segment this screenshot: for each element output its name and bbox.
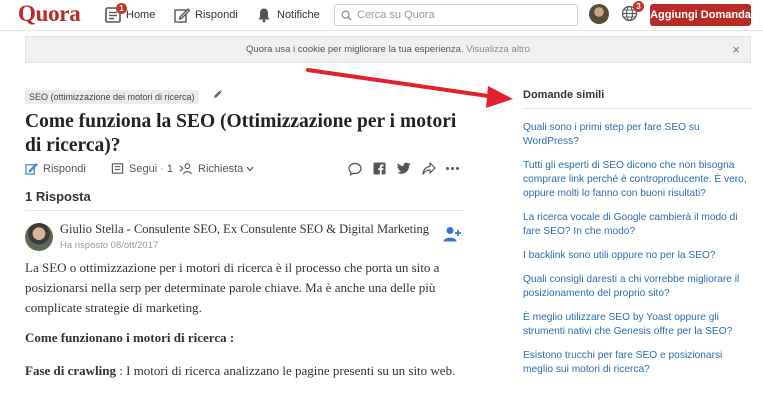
related-questions-title: Domande simili [523,89,605,101]
request-user-icon [179,163,192,175]
share-arrow-icon[interactable] [422,162,436,175]
question-actions: Rispondi Segui · 1 Richiesta [25,162,465,178]
related-question-link[interactable]: La ricerca vocale di Google cambierà il … [523,211,753,239]
user-avatar[interactable] [589,4,609,24]
top-navigation-bar: Quora 1 Home Rispondi Notifiche 3 Aggiun… [0,0,763,31]
comment-icon[interactable] [348,162,362,176]
nav-home-label: Home [126,9,156,21]
answer-paragraph-crawling: Fase di crawling : I motori di ricerca a… [25,361,465,381]
close-icon[interactable]: × [732,37,740,62]
answers-count: 1 Risposta [25,189,91,204]
related-question-link[interactable]: Esistono trucchi per fare SEO e posizion… [523,349,753,377]
cookie-text: Quora usa i cookie per migliorare la tua… [246,44,464,55]
related-question-link[interactable]: I backlink sono utili oppure no per la S… [523,249,753,263]
search-icon [341,10,352,21]
answer-date[interactable]: Ha risposto 08/ott/2017 [60,240,158,251]
related-question-link[interactable]: Quali sono i primi step per fare SEO su … [523,121,753,149]
follow-icon [111,163,124,174]
more-options-icon[interactable] [445,162,460,175]
globe-badge: 3 [633,1,644,12]
pencil-icon [174,7,191,23]
chevron-down-icon [246,166,254,171]
related-question-link[interactable]: Tutti gli esperti di SEO dicono che non … [523,159,753,201]
related-questions-list: Quali sono i primi step per fare SEO su … [523,121,753,387]
twitter-icon[interactable] [397,162,411,175]
language-globe[interactable]: 3 [621,1,644,22]
crawling-label: Fase di crawling [25,363,116,378]
pencil-icon [25,163,38,175]
edit-topics-icon[interactable] [212,88,224,100]
follow-button[interactable]: Segui · 1 [111,162,173,175]
related-question-link[interactable]: Quali consigli daresti a chi vorrebbe mi… [523,273,753,301]
home-icon: 1 [105,3,127,23]
add-user-icon[interactable] [443,226,461,242]
answer-button-label: Rispondi [43,162,86,175]
quora-logo[interactable]: Quora [18,1,81,27]
cookie-more-link[interactable]: Visualizza altro [466,44,530,55]
author-name[interactable]: Giulio Stella - Consulente SEO, Ex Consu… [60,222,429,237]
search-box[interactable] [334,4,578,26]
answer-heading: Come funzionano i motori di ricerca : [25,330,235,345]
topic-tag[interactable]: SEO (ottimizzazione dei motori di ricerc… [25,90,199,104]
nav-notifications[interactable]: Notifiche [256,4,320,26]
question-title[interactable]: Come funziona la SEO (Ottimizzazione per… [25,110,475,158]
bell-icon [256,7,272,23]
follow-button-label: Segui [129,162,158,175]
nav-answer-label: Rispondi [195,9,238,21]
answer-button[interactable]: Rispondi [25,162,86,175]
nav-notifications-label: Notifiche [277,9,320,21]
follow-separator: · [160,162,164,175]
search-input[interactable] [357,9,567,21]
divider [523,108,752,109]
request-button-label: Richiesta [198,162,244,175]
related-question-link[interactable]: È meglio utilizzare SEO by Yoast oppure … [523,311,753,339]
nav-home[interactable]: 1 Home [105,3,156,26]
request-button[interactable]: Richiesta [179,162,259,175]
crawling-text: : I motori di ricerca analizzano le pagi… [116,363,456,378]
nav-answer[interactable]: Rispondi [174,4,238,26]
follow-count: 1 [166,162,173,175]
divider [25,210,465,211]
cookie-banner: Quora usa i cookie per migliorare la tua… [25,36,751,63]
facebook-icon[interactable] [373,162,386,175]
author-avatar[interactable] [25,223,53,251]
home-badge: 1 [116,3,127,14]
answer-paragraph: La SEO o ottimizzazione per i motori di … [25,260,440,315]
add-question-button[interactable]: Aggiungi Domanda [650,4,751,26]
